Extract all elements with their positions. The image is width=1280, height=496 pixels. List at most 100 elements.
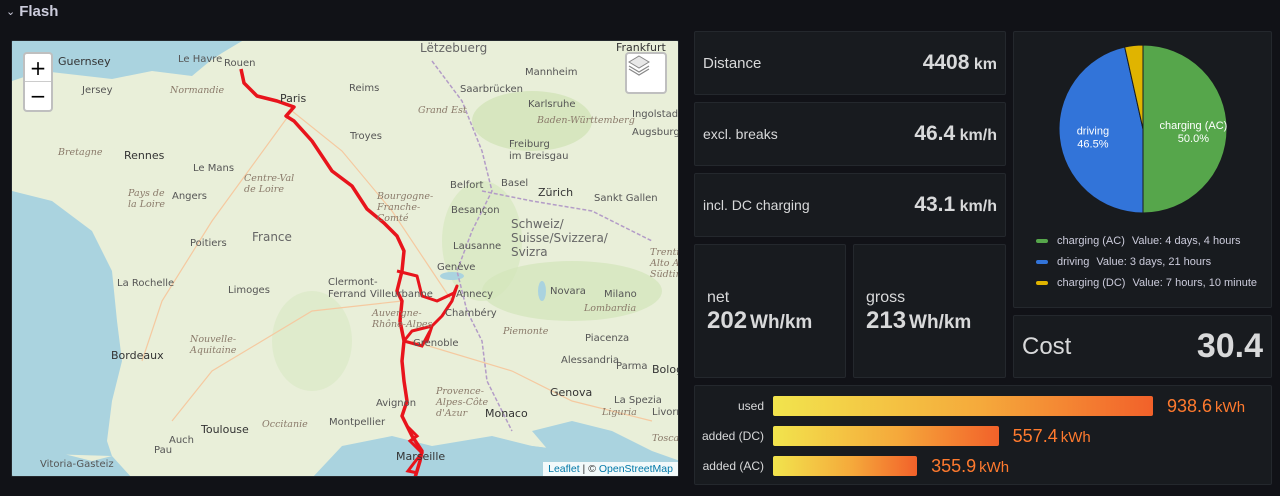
bar-fill [773, 456, 918, 476]
legend-swatch [1036, 238, 1048, 243]
pie-legend: charging (AC) Value: 4 days, 4 hours drivi… [1036, 230, 1257, 293]
map-label: Toulouse [201, 423, 249, 436]
map-label: Chambéry [445, 308, 497, 319]
map-label: Belfort [450, 180, 484, 191]
bar-row: added (DC) 557.4 kWh [695, 425, 1091, 447]
zoom-in-button[interactable]: + [25, 54, 51, 82]
map-label: Poitiers [190, 238, 227, 249]
map-label: Normandie [170, 85, 225, 96]
attribution-separator: | © [579, 463, 599, 475]
bar-row: added (AC) 355.9 kWh [695, 455, 1009, 477]
consumption-net-panel: net 202 Wh/km [694, 244, 846, 378]
row-header[interactable]: ⌄ Flash [6, 0, 58, 22]
map-label: Nouvelle- Aquitaine [190, 334, 237, 356]
map-label: Limoges [228, 285, 270, 296]
map-label: Alessandria [561, 355, 620, 366]
map-label: France [252, 230, 292, 244]
legend-value: Value: 4 days, 4 hours [1131, 234, 1241, 247]
speed-excl-breaks-label: excl. breaks [703, 126, 778, 142]
consumption-net-value: 202 [707, 307, 748, 334]
map-label: Basel [501, 178, 529, 189]
map-label: Genova [550, 386, 593, 399]
map-label: Bordeaux [111, 349, 164, 362]
map-panel[interactable]: Guernsey Jersey Le Havre Rouen Normandie… [11, 40, 679, 477]
chevron-down-icon[interactable]: ⌄ [6, 5, 15, 18]
map-label: Zürich [538, 186, 574, 199]
legend-item[interactable]: driving Value: 3 days, 21 hours [1036, 251, 1257, 272]
consumption-gross-unit: Wh/km [909, 312, 972, 333]
distance-value: 4408 [922, 51, 970, 74]
map-label: Bolog [652, 363, 678, 376]
map-label: Auvergne- Rhône-Alpes [372, 308, 433, 330]
map-label: Provence- Alpes-Côte d'Azur [436, 386, 489, 419]
map-label: Genève [437, 262, 476, 273]
speed-incl-dc-label: incl. DC charging [703, 197, 810, 213]
bar-value-number: 557.4 [1012, 425, 1058, 446]
map-label: Lombardia [584, 303, 637, 314]
legend-name: charging (AC) [1057, 234, 1125, 247]
consumption-net-label: net [707, 289, 730, 306]
bar-value-number: 355.9 [931, 455, 977, 476]
map-label: Bretagne [58, 147, 103, 158]
energy-bars-panel: used 938.6 kWh added (DC) 557.4 kWh added (AC)… [694, 385, 1272, 485]
map-canvas[interactable] [12, 41, 679, 477]
bar-value: 938.6 kWh [1167, 396, 1245, 417]
map-label: Bourgogne- Franche- Comté [377, 191, 434, 224]
bar-value-number: 938.6 [1167, 395, 1213, 416]
layers-icon [628, 55, 650, 76]
map-label: Rennes [124, 149, 165, 162]
map-label: Milano [604, 289, 637, 300]
consumption-gross-value: 213 [866, 307, 907, 334]
legend-item[interactable]: charging (AC) Value: 4 days, 4 hours [1036, 230, 1257, 251]
map-label: Saarbrücken [460, 84, 523, 95]
pie-chart: charging (AC)50.0% driving46.5% [1058, 44, 1228, 214]
legend-swatch [1036, 259, 1048, 264]
map-label: Baden-Württemberg [537, 115, 635, 126]
osm-link[interactable]: OpenStreetMap [599, 463, 673, 475]
bar-value: 557.4 kWh [1013, 426, 1091, 447]
map-label: Liguria [602, 407, 637, 418]
map-label: Pau [154, 445, 173, 456]
bar-value-unit: kWh [979, 458, 1010, 476]
pie-slice-label: 50.0% [1178, 133, 1209, 145]
map-label: Le Havre [178, 54, 223, 65]
map-label: Marseille [396, 450, 446, 463]
map-label: Pays de la Loire [128, 188, 165, 210]
map-label: Rouen [224, 58, 256, 69]
map-label: Grenoble [413, 338, 459, 349]
bar-label: added (AC) [702, 459, 764, 473]
layers-button[interactable] [625, 52, 667, 94]
leaflet-link[interactable]: Leaflet [548, 463, 580, 475]
speed-excl-breaks-value: 46.4 [914, 122, 956, 145]
consumption-net-unit: Wh/km [750, 312, 813, 333]
speed-incl-dc-unit: km/h [959, 198, 997, 215]
map-label: Jersey [82, 85, 113, 96]
cost-panel: Cost 30.4 [1013, 315, 1272, 378]
map-label: Freiburg im Breisgau [509, 139, 569, 162]
consumption-gross-panel: gross 213 Wh/km [853, 244, 1006, 378]
duration-pie-panel: charging (AC) 50.0% driving 46.5% charging … [1013, 31, 1272, 308]
bar-value-unit: kWh [1060, 428, 1091, 446]
legend-item[interactable]: charging (DC) Value: 7 hours, 10 minute [1036, 272, 1257, 293]
map-attribution: Leaflet | © OpenStreetMap [543, 462, 678, 476]
bar-value: 355.9 kWh [931, 456, 1009, 477]
cost-value: 30.4 [1196, 327, 1263, 365]
map-label: Novara [550, 286, 586, 297]
map-label: Lëtzebuerg [420, 41, 488, 55]
speed-excl-breaks-unit: km/h [959, 127, 997, 144]
bar-row: used 938.6 kWh [695, 395, 1245, 417]
map-label: Tosca [652, 433, 679, 444]
map-label: Avignon [376, 398, 417, 409]
legend-value: Value: 7 hours, 10 minute [1132, 276, 1258, 289]
map-label: Karlsruhe [528, 99, 576, 110]
map-label: La Spezia [614, 395, 662, 406]
speed-incl-dc-panel: incl. DC charging 43.1 km/h [694, 173, 1006, 237]
map-label: Villeurbanne [370, 289, 433, 300]
map-label: Piemonte [503, 326, 549, 337]
map-label: Vitoria-Gasteiz [40, 459, 114, 470]
map-label: Angers [172, 191, 207, 202]
map-label: Besançon [451, 205, 500, 216]
zoom-out-button[interactable]: − [25, 82, 51, 110]
map-label: Montpellier [329, 417, 386, 428]
zoom-control: + − [23, 52, 53, 112]
